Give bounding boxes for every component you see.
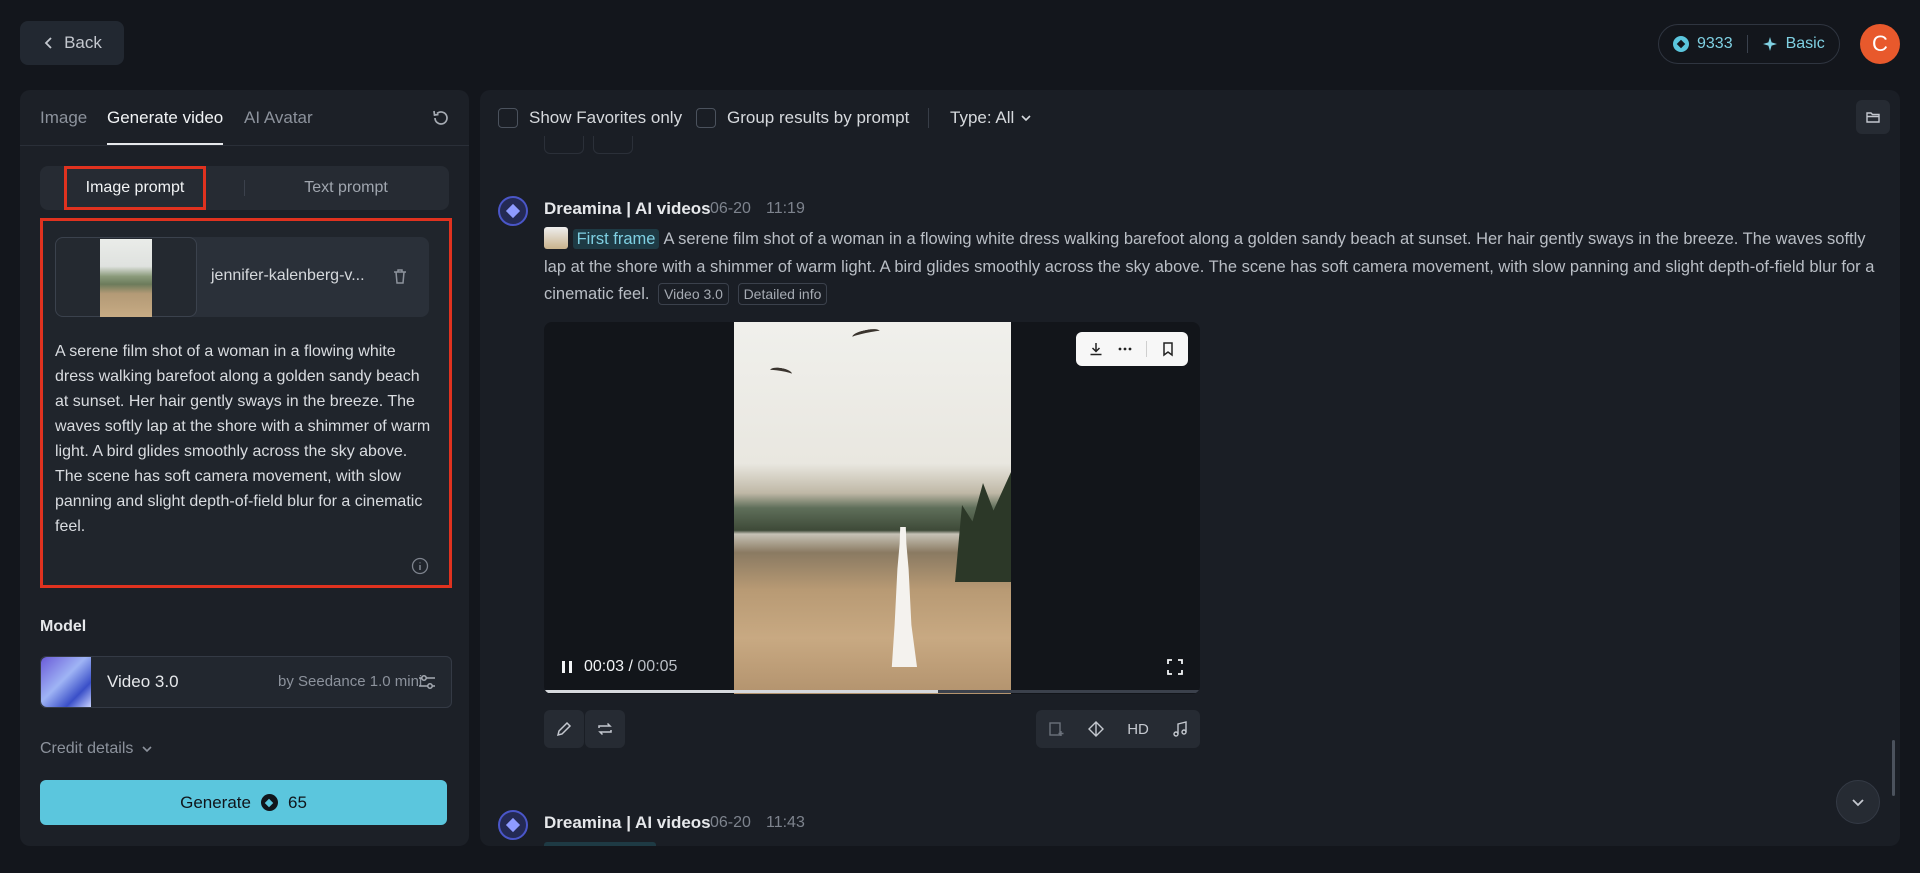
- message-date: 06-20: [710, 814, 751, 831]
- message-prompt: First frame A serene film shot of a woman…: [544, 226, 1884, 309]
- fullscreen-icon[interactable]: [1166, 658, 1184, 676]
- folder-icon: [1866, 112, 1880, 123]
- video-toolbar: [1076, 332, 1188, 366]
- toolbar-divider: [1145, 341, 1147, 357]
- message-time: 11:43: [766, 814, 805, 831]
- user-avatar[interactable]: C: [1860, 24, 1900, 64]
- credit-pill[interactable]: 9333 Basic: [1658, 24, 1840, 64]
- scroll-down-button[interactable]: [1836, 780, 1880, 824]
- credit-details-label: Credit details: [40, 740, 134, 757]
- type-dropdown-label: Type: All: [950, 108, 1015, 127]
- download-icon[interactable]: [1088, 341, 1104, 357]
- trees-shape: [955, 472, 1011, 582]
- results-panel: Show Favorites only Group results by pro…: [480, 90, 1900, 846]
- filter-bar: Show Favorites only Group results by pro…: [480, 90, 1900, 146]
- edit-button[interactable]: [544, 710, 584, 748]
- mode-tabs: Image Generate video AI Avatar: [20, 90, 469, 146]
- info-icon[interactable]: [411, 557, 429, 575]
- person-shape: [891, 527, 917, 667]
- model-provider: by Seedance 1.0 mini: [278, 673, 423, 690]
- credit-details-toggle[interactable]: Credit details: [40, 740, 153, 758]
- image-thumbnail: [100, 239, 152, 317]
- next-first-frame-tag: [544, 842, 656, 846]
- chevron-down-icon: [142, 746, 152, 753]
- plan-label: Basic: [1785, 35, 1825, 52]
- previous-action-button[interactable]: [544, 136, 584, 154]
- interpolate-icon[interactable]: [1087, 720, 1105, 738]
- bookmark-icon[interactable]: [1160, 341, 1176, 357]
- video-progress[interactable]: [544, 690, 1200, 693]
- generate-button[interactable]: Generate 65: [40, 780, 447, 825]
- scrollbar[interactable]: [1892, 740, 1895, 796]
- image-prompt-box: jennifer-kalenberg-v... A serene film sh…: [40, 218, 452, 588]
- generate-cost: 65: [287, 792, 307, 812]
- bird-shape: [769, 366, 793, 378]
- message-date: 06-20: [710, 200, 751, 217]
- sparkle-icon: [1762, 37, 1777, 51]
- uploaded-image-card[interactable]: jennifer-kalenberg-v...: [55, 237, 429, 317]
- tab-image[interactable]: Image: [40, 108, 87, 128]
- bird-shape: [851, 327, 881, 341]
- tab-ai-avatar[interactable]: AI Avatar: [244, 108, 313, 128]
- repeat-icon: [598, 722, 612, 736]
- back-button[interactable]: Back: [20, 21, 124, 65]
- segment-divider: [244, 180, 245, 196]
- group-label[interactable]: Group results by prompt: [727, 108, 909, 128]
- pencil-icon: [556, 721, 572, 737]
- image-thumbnail-frame: [55, 237, 197, 317]
- chevron-left-icon: [44, 37, 52, 49]
- playback-controls: 00:03 / 00:05: [560, 658, 677, 676]
- message-author: Dreamina | AI videos: [544, 813, 711, 832]
- previous-action-button[interactable]: [593, 136, 633, 154]
- text-prompt-tab[interactable]: Text prompt: [266, 166, 426, 210]
- tab-generate-video[interactable]: Generate video: [107, 108, 224, 145]
- credit-coin-icon: [1673, 36, 1689, 52]
- chevron-down-icon: [1852, 799, 1864, 807]
- message-time: 11:19: [766, 200, 805, 217]
- model-thumbnail: [41, 657, 91, 707]
- filter-divider: [928, 108, 929, 128]
- sliders-icon[interactable]: [417, 672, 437, 692]
- video-duration: 00:05: [637, 658, 678, 675]
- regenerate-button[interactable]: [585, 710, 625, 748]
- dreamina-avatar-icon: [498, 810, 528, 840]
- trash-icon[interactable]: [391, 267, 409, 285]
- reset-icon[interactable]: [431, 108, 451, 128]
- credit-count: 9333: [1697, 35, 1733, 52]
- chevron-down-icon: [1021, 115, 1031, 122]
- enhance-tools: HD: [1036, 710, 1200, 748]
- credit-coin-icon: [260, 794, 278, 811]
- type-dropdown[interactable]: Type: All: [950, 108, 1032, 128]
- prompt-mode-switch: Image prompt Text prompt: [40, 166, 449, 210]
- model-selector[interactable]: Video 3.0 by Seedance 1.0 mini: [40, 656, 452, 708]
- first-frame-tag[interactable]: First frame: [572, 229, 660, 249]
- hd-button[interactable]: HD: [1127, 721, 1149, 738]
- model-name: Video 3.0: [107, 672, 179, 691]
- group-checkbox[interactable]: [696, 108, 716, 128]
- left-panel: Image Generate video AI Avatar Image pro…: [20, 90, 469, 846]
- generate-label: Generate: [180, 792, 251, 812]
- model-label: Model: [40, 618, 87, 635]
- video-frame: [734, 322, 1011, 694]
- model-chip[interactable]: Video 3.0: [658, 283, 729, 305]
- favorites-checkbox[interactable]: [498, 108, 518, 128]
- dreamina-avatar-icon: [498, 196, 528, 226]
- file-name: jennifer-kalenberg-v...: [211, 267, 365, 284]
- video-progress-fill: [544, 690, 938, 693]
- extend-frame-icon[interactable]: [1047, 720, 1065, 738]
- more-icon[interactable]: [1117, 341, 1133, 357]
- pause-icon[interactable]: [560, 660, 574, 674]
- favorites-label[interactable]: Show Favorites only: [529, 108, 682, 128]
- image-prompt-tab[interactable]: Image prompt: [64, 166, 206, 210]
- back-label: Back: [64, 33, 102, 52]
- detailed-info-chip[interactable]: Detailed info: [737, 283, 828, 305]
- video-player[interactable]: 00:03 / 00:05: [544, 322, 1200, 694]
- prompt-textarea[interactable]: A serene film shot of a woman in a flowi…: [55, 339, 435, 539]
- first-frame-thumbnail: [544, 227, 568, 249]
- folder-button[interactable]: [1856, 100, 1890, 134]
- pill-divider: [1746, 35, 1748, 53]
- message-author: Dreamina | AI videos: [544, 199, 711, 218]
- music-icon[interactable]: [1171, 720, 1189, 738]
- current-time: 00:03: [584, 658, 625, 675]
